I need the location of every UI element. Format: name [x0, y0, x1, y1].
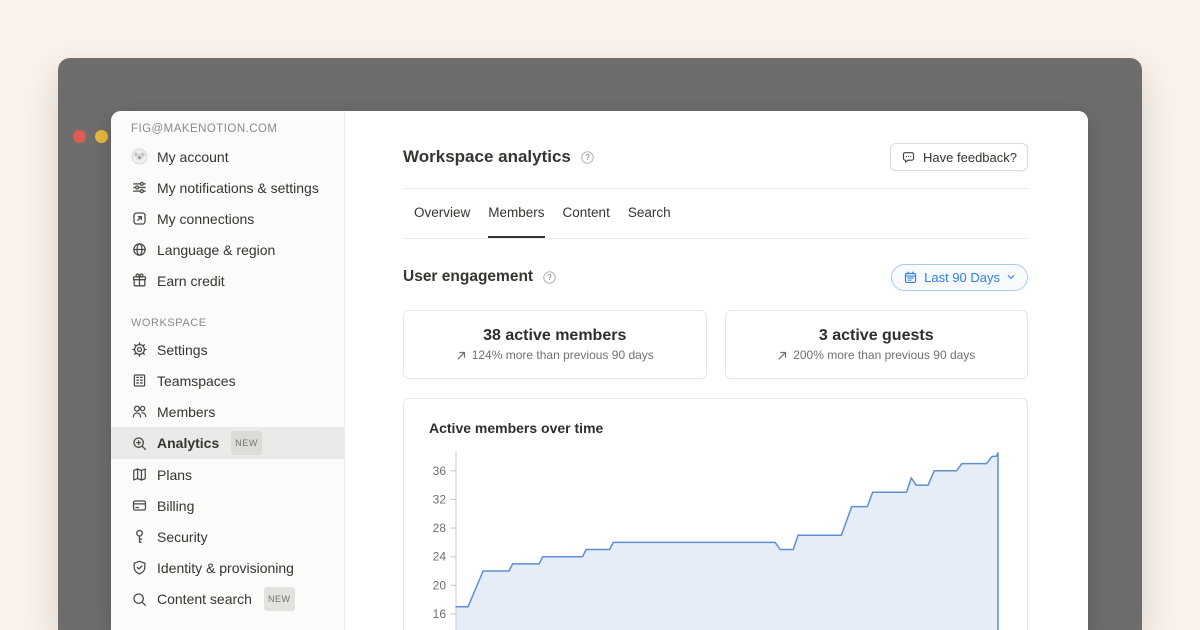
sidebar-item-my-connections[interactable]: My connections: [111, 203, 344, 234]
sidebar-item-label: My connections: [157, 209, 254, 229]
date-range-label: Last 90 Days: [924, 270, 1000, 285]
y-tick-label: 20: [433, 578, 447, 592]
new-badge: NEW: [231, 431, 262, 455]
magnifier-icon: [131, 591, 148, 608]
sidebar-item-earn-credit[interactable]: Earn credit: [111, 265, 344, 296]
sidebar-item-teamspaces[interactable]: Teamspaces: [111, 365, 344, 396]
stat-value: 38 active members: [483, 327, 626, 345]
sliders-icon: [131, 179, 148, 196]
sidebar-item-label: My account: [157, 147, 229, 167]
tab-members[interactable]: Members: [488, 189, 544, 238]
traffic-light-close[interactable]: [73, 130, 86, 143]
section-title-text: User engagement: [403, 268, 533, 286]
calendar-icon: [903, 270, 918, 285]
page-title-text: Workspace analytics: [403, 147, 571, 167]
sidebar-item-my-notifications-settings[interactable]: My notifications & settings: [111, 172, 344, 203]
stat-card: 38 active members 124% more than previous…: [403, 310, 707, 379]
sidebar-item-label: Content search: [157, 589, 252, 609]
traffic-light-minimize[interactable]: [95, 130, 108, 143]
sidebar-item-label: Earn credit: [157, 271, 225, 291]
chart-title: Active members over time: [429, 420, 603, 436]
analytics-tabs: Overview Members Content Search: [403, 189, 1028, 239]
members-over-time-chart: 36 32 28 24 20 16: [421, 445, 1029, 630]
analytics-panel: Workspace analytics ? Have feedback? Ove…: [345, 111, 1088, 630]
globe-icon: [131, 241, 148, 258]
stat-delta: 124% more than previous 90 days: [456, 348, 654, 362]
workspace-nav: Settings Teamspaces Members Analytics NEW Pla…: [111, 334, 344, 615]
sidebar-item-billing[interactable]: Billing: [111, 490, 344, 521]
credit-card-icon: [131, 497, 148, 514]
have-feedback-label: Have feedback?: [923, 150, 1017, 165]
sidebar-item-language-region[interactable]: Language & region: [111, 234, 344, 265]
have-feedback-button[interactable]: Have feedback?: [890, 143, 1028, 171]
help-icon[interactable]: ?: [542, 270, 557, 285]
sidebar-item-label: Billing: [157, 496, 194, 516]
y-tick-label: 36: [433, 464, 447, 478]
sidebar-item-label: Teamspaces: [157, 371, 236, 391]
sidebar-item-label: Plans: [157, 465, 192, 485]
stat-value: 3 active guests: [819, 327, 934, 345]
sidebar-item-my-account[interactable]: My account: [111, 141, 344, 172]
y-tick-label: 16: [433, 607, 447, 621]
speech-bubble-icon: [901, 150, 916, 165]
shield-check-icon: [131, 559, 148, 576]
workspace-section-label: WORKSPACE: [131, 317, 344, 329]
stat-delta-text: 124% more than previous 90 days: [472, 348, 654, 362]
y-tick-label: 28: [433, 521, 447, 535]
sidebar-item-label: My notifications & settings: [157, 178, 319, 198]
section-title: User engagement ?: [403, 268, 557, 286]
area-fill: [456, 453, 998, 630]
y-tick-label: 32: [433, 492, 447, 506]
stat-delta: 200% more than previous 90 days: [777, 348, 975, 362]
y-tick-label: 24: [433, 550, 447, 564]
tab-content[interactable]: Content: [563, 189, 610, 238]
building-icon: [131, 372, 148, 389]
sidebar-item-members[interactable]: Members: [111, 396, 344, 427]
magnifier-plus-icon: [131, 435, 148, 452]
tab-overview[interactable]: Overview: [414, 189, 470, 238]
sidebar-item-security[interactable]: Security: [111, 521, 344, 552]
svg-text:?: ?: [547, 273, 552, 282]
app-window: FIG@MAKENOTION.COM My account My notifica…: [58, 58, 1142, 630]
stat-cards: 38 active members 124% more than previous…: [403, 310, 1028, 379]
sidebar-item-label: Identity & provisioning: [157, 558, 294, 578]
sidebar-item-content-search[interactable]: Content search NEW: [111, 583, 344, 615]
trend-up-icon: [777, 350, 788, 361]
trend-up-icon: [456, 350, 467, 361]
gear-icon: [131, 341, 148, 358]
settings-modal: FIG@MAKENOTION.COM My account My notifica…: [111, 111, 1088, 630]
map-icon: [131, 466, 148, 483]
new-badge: NEW: [264, 587, 295, 611]
key-icon: [131, 528, 148, 545]
sidebar-item-settings[interactable]: Settings: [111, 334, 344, 365]
chevron-down-icon: [1006, 272, 1016, 282]
people-icon: [131, 403, 148, 420]
stat-card: 3 active guests 200% more than previous 9…: [725, 310, 1029, 379]
gift-icon: [131, 272, 148, 289]
account-nav: My account My notifications & settings My …: [111, 141, 344, 296]
sidebar-item-label: Settings: [157, 340, 208, 360]
sidebar-item-label: Language & region: [157, 240, 275, 260]
sidebar-item-analytics[interactable]: Analytics NEW: [111, 427, 344, 459]
stat-delta-text: 200% more than previous 90 days: [793, 348, 975, 362]
tab-search[interactable]: Search: [628, 189, 671, 238]
page-title: Workspace analytics ?: [403, 147, 595, 167]
svg-text:?: ?: [585, 153, 590, 162]
sidebar-item-plans[interactable]: Plans: [111, 459, 344, 490]
sidebar-item-label: Security: [157, 527, 208, 547]
account-email: FIG@MAKENOTION.COM: [131, 123, 344, 135]
active-members-chart-card: Active members over time 36 32 28 24 20 16: [403, 398, 1028, 630]
date-range-filter[interactable]: Last 90 Days: [891, 264, 1028, 291]
sidebar-item-identity-provisioning[interactable]: Identity & provisioning: [111, 552, 344, 583]
arrow-up-right-box-icon: [131, 210, 148, 227]
settings-sidebar: FIG@MAKENOTION.COM My account My notifica…: [111, 111, 345, 630]
sidebar-item-label: Analytics: [157, 433, 219, 453]
help-icon[interactable]: ?: [580, 150, 595, 165]
avatar-icon: [131, 148, 148, 165]
sidebar-item-label: Members: [157, 402, 215, 422]
